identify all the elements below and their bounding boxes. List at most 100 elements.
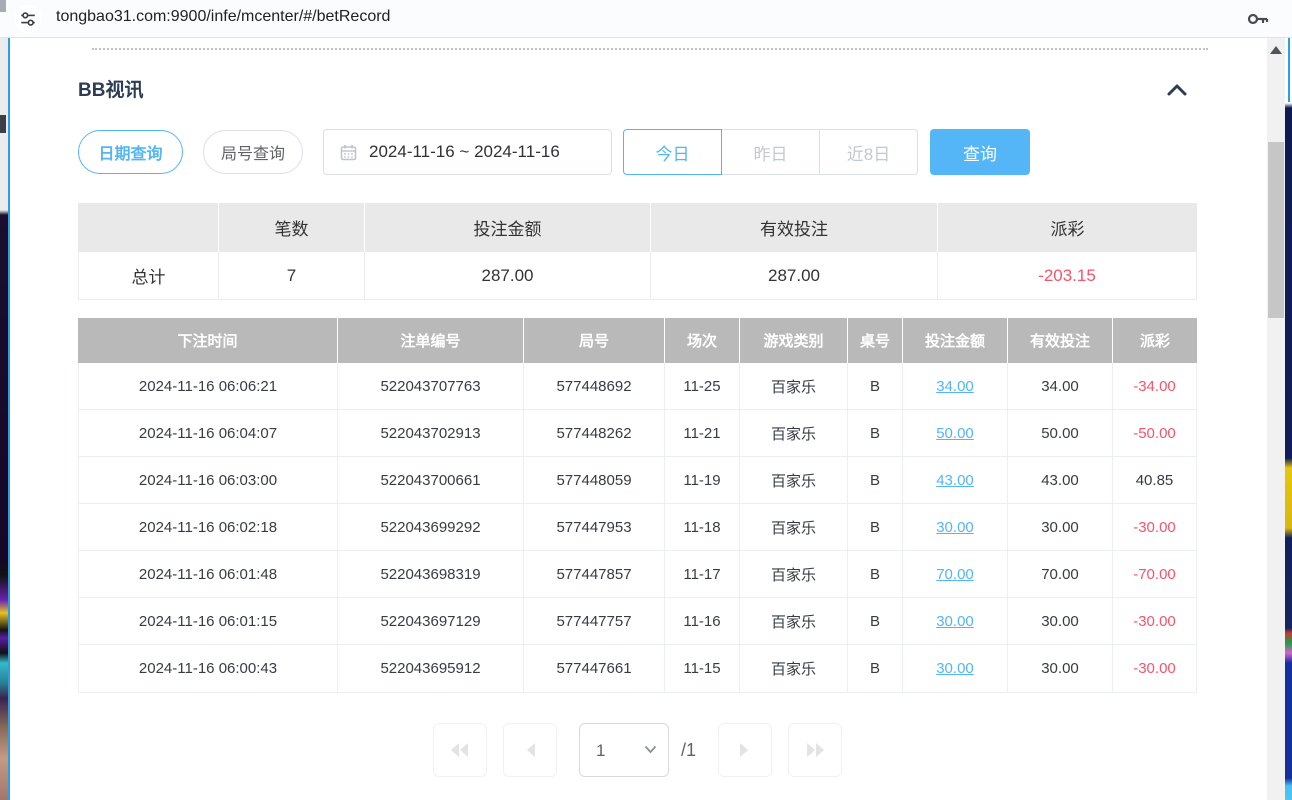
bet-amount-cell: 43.00	[903, 457, 1008, 503]
table-no-cell: B	[848, 363, 903, 409]
double-left-arrow-icon	[449, 741, 471, 759]
prev-page-button[interactable]	[503, 723, 557, 777]
session-cell: 11-21	[665, 410, 740, 456]
scrollbar-up-arrow-icon[interactable]	[1270, 46, 1282, 54]
collapse-button[interactable]	[1162, 78, 1192, 102]
last-page-button[interactable]	[788, 723, 842, 777]
bet-amount-link[interactable]: 50.00	[936, 425, 974, 442]
table-no-cell: B	[848, 457, 903, 503]
round-id-cell: 577448059	[524, 457, 665, 503]
round-id-cell: 577447661	[524, 645, 665, 692]
bet-amount-link[interactable]: 34.00	[936, 378, 974, 395]
game-type-cell: 百家乐	[740, 645, 848, 692]
bet-amount-link[interactable]: 30.00	[936, 613, 974, 630]
session-cell: 11-18	[665, 504, 740, 550]
col-header-bet-time: 下注时间	[78, 318, 338, 363]
summary-header-count: 笔数	[219, 203, 365, 252]
today-button[interactable]: 今日	[623, 129, 722, 175]
col-header-valid-bet: 有效投注	[1008, 318, 1113, 363]
url-text[interactable]: tongbao31.com:9900/infe/mcenter/#/betRec…	[56, 8, 390, 26]
session-cell: 11-17	[665, 551, 740, 597]
bet-amount-cell: 30.00	[903, 598, 1008, 644]
next-page-button[interactable]	[718, 723, 772, 777]
date-range-input[interactable]: 2024-11-16 ~ 2024-11-16	[323, 129, 612, 175]
col-header-payout: 派彩	[1113, 318, 1197, 363]
bet-amount-link[interactable]: 30.00	[936, 519, 974, 536]
yesterday-button[interactable]: 昨日	[721, 129, 820, 175]
table-row: 2024-11-16 06:00:43522043695912577447661…	[79, 645, 1196, 692]
right-arrow-icon	[738, 741, 752, 759]
round-query-tab[interactable]: 局号查询	[203, 130, 303, 174]
bet-amount-cell: 50.00	[903, 410, 1008, 456]
order-id-cell: 522043700661	[338, 457, 524, 503]
col-header-game-type: 游戏类别	[740, 318, 848, 363]
site-settings-button[interactable]	[14, 5, 42, 33]
summary-header-bet-amount: 投注金额	[365, 203, 651, 252]
date-query-tab[interactable]: 日期查询	[78, 130, 183, 174]
round-id-cell: 577448692	[524, 363, 665, 409]
col-header-order-id: 注单编号	[338, 318, 524, 363]
vertical-scrollbar[interactable]	[1267, 38, 1285, 800]
summary-payout-value: -203.15	[938, 252, 1196, 299]
key-icon	[1246, 8, 1270, 30]
bet-amount-link[interactable]: 70.00	[936, 566, 974, 583]
payout-cell: -30.00	[1113, 645, 1196, 692]
payout-cell: -30.00	[1113, 504, 1196, 550]
chevron-up-icon	[1162, 78, 1192, 102]
page-select-wrap: 1	[579, 723, 669, 777]
session-cell: 11-19	[665, 457, 740, 503]
table-row: 2024-11-16 06:06:21522043707763577448692…	[79, 363, 1196, 410]
bet-time-cell: 2024-11-16 06:00:43	[79, 645, 338, 692]
left-arrow-icon	[523, 741, 537, 759]
scrollbar-thumb[interactable]	[1268, 142, 1284, 318]
payout-cell: -30.00	[1113, 598, 1196, 644]
valid-bet-cell: 50.00	[1008, 410, 1113, 456]
bet-record-table: 下注时间 注单编号 局号 场次 游戏类别 桌号 投注金额 有效投注 派彩 202…	[78, 318, 1197, 693]
double-right-arrow-icon	[804, 741, 826, 759]
search-button[interactable]: 查询	[930, 129, 1030, 175]
tune-icon	[19, 10, 37, 28]
bet-time-cell: 2024-11-16 06:02:18	[79, 504, 338, 550]
game-type-cell: 百家乐	[740, 598, 848, 644]
summary-bet-amount-value: 287.00	[365, 252, 651, 299]
bet-time-cell: 2024-11-16 06:03:00	[79, 457, 338, 503]
bet-amount-link[interactable]: 43.00	[936, 472, 974, 489]
first-page-button[interactable]	[433, 723, 487, 777]
valid-bet-cell: 30.00	[1008, 598, 1113, 644]
calendar-icon	[340, 144, 357, 161]
summary-total-label: 总计	[79, 252, 219, 299]
order-id-cell: 522043699292	[338, 504, 524, 550]
background-text-fragment	[0, 115, 6, 133]
summary-valid-bet-value: 287.00	[651, 252, 938, 299]
bet-amount-link[interactable]: 30.00	[936, 660, 974, 677]
table-row: 2024-11-16 06:04:07522043702913577448262…	[79, 410, 1196, 457]
game-type-cell: 百家乐	[740, 457, 848, 503]
bet-amount-cell: 70.00	[903, 551, 1008, 597]
round-id-cell: 577448262	[524, 410, 665, 456]
game-type-cell: 百家乐	[740, 551, 848, 597]
round-id-cell: 577447953	[524, 504, 665, 550]
summary-header-blank	[78, 203, 219, 252]
table-row: 2024-11-16 06:02:18522043699292577447953…	[79, 504, 1196, 551]
summary-table: 笔数 投注金额 有效投注 派彩 总计 7 287.00 287.00 -203.…	[78, 203, 1197, 300]
valid-bet-cell: 70.00	[1008, 551, 1113, 597]
background-page-right-strip	[1285, 38, 1292, 800]
date-range-value: 2024-11-16 ~ 2024-11-16	[369, 142, 560, 162]
password-manager-button[interactable]	[1246, 8, 1270, 30]
summary-header-row: 笔数 投注金额 有效投注 派彩	[78, 203, 1197, 252]
game-type-cell: 百家乐	[740, 363, 848, 409]
filter-toolbar: 日期查询 局号查询 2024-11-16 ~ 2024-11-16 今日 昨日 …	[78, 128, 1208, 176]
quick-range-button-group: 今日 昨日 近8日	[623, 129, 918, 175]
col-header-table-no: 桌号	[848, 318, 903, 363]
col-header-bet-amount: 投注金额	[903, 318, 1008, 363]
payout-cell: -70.00	[1113, 551, 1196, 597]
table-row: 2024-11-16 06:01:48522043698319577447857…	[79, 551, 1196, 598]
browser-address-bar[interactable]: tongbao31.com:9900/infe/mcenter/#/betRec…	[0, 0, 1292, 38]
valid-bet-cell: 43.00	[1008, 457, 1113, 503]
page-total-label: /1	[681, 740, 696, 761]
page-select[interactable]: 1	[579, 723, 669, 777]
last-8-days-button[interactable]: 近8日	[819, 129, 918, 175]
valid-bet-cell: 30.00	[1008, 645, 1113, 692]
summary-count-value: 7	[219, 252, 365, 299]
valid-bet-cell: 30.00	[1008, 504, 1113, 550]
